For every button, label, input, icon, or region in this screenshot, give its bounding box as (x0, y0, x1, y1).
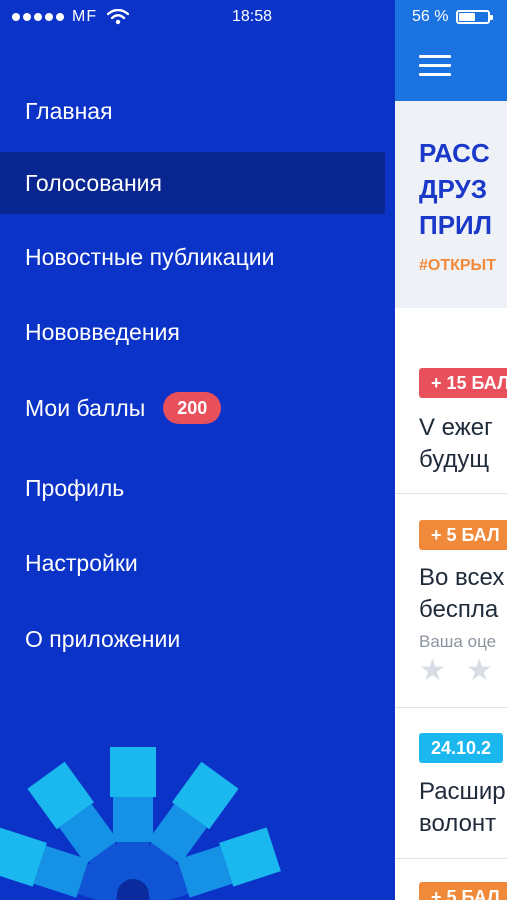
battery-percent: 56 % (412, 8, 449, 25)
menu-item-about[interactable]: О приложении (0, 608, 385, 670)
menu-item-label: Нововведения (25, 318, 180, 345)
main-screen: РАСС ДРУЗ ПРИЛ #ОТКРЫТ + 15 БАЛ V ежег б… (395, 0, 507, 900)
menu-item-settings[interactable]: Настройки (0, 532, 385, 594)
card-title[interactable]: V ежег будущ (419, 412, 493, 476)
divider (395, 707, 507, 708)
status-bar: MF 18:58 56 % (0, 0, 507, 34)
emblem-logo (0, 747, 281, 900)
clock: 18:58 (232, 8, 273, 25)
rating-label: Ваша оце (419, 632, 497, 651)
navigation-drawer: Главная Голосования Новостные публикации… (0, 0, 395, 900)
rating-stars[interactable]: ★ ★ (419, 656, 493, 686)
star-icon[interactable]: ★ (419, 656, 446, 686)
date-badge: 24.10.2 (419, 733, 504, 763)
divider (395, 858, 507, 859)
points-count-badge: 200 (163, 392, 222, 424)
menu-item-news[interactable]: Новостные публикации (0, 226, 385, 288)
card-title[interactable]: Во всех беспла (419, 562, 504, 626)
promo-hashtag: #ОТКРЫТ (419, 257, 496, 274)
star-icon[interactable]: ★ (466, 656, 493, 686)
menu-item-label: Голосования (25, 169, 162, 196)
menu-item-label: Мои баллы (25, 394, 146, 421)
menu-item-label: Настройки (25, 549, 138, 576)
promo-banner[interactable]: РАСС ДРУЗ ПРИЛ #ОТКРЫТ (395, 101, 507, 308)
promo-title: РАСС ДРУЗ ПРИЛ (419, 138, 492, 240)
wifi-icon (107, 9, 130, 25)
points-badge: + 5 БАЛ (419, 882, 507, 900)
hamburger-menu-icon[interactable] (419, 55, 451, 79)
card-title[interactable]: Расшир волонт (419, 776, 506, 840)
menu-item-profile[interactable]: Профиль (0, 457, 385, 519)
points-badge: + 15 БАЛ (419, 368, 507, 398)
status-left: MF (12, 8, 130, 26)
points-badge: + 5 БАЛ (419, 520, 507, 550)
battery-icon (456, 10, 494, 24)
carrier-name: MF (72, 8, 98, 25)
menu-item-label: Новостные публикации (25, 243, 275, 270)
menu-item-label: Главная (25, 97, 113, 124)
menu-item-label: Профиль (25, 474, 125, 501)
menu-item-home[interactable]: Главная (0, 80, 385, 142)
status-right: 56 % (412, 8, 494, 26)
menu-item-innovations[interactable]: Нововведения (0, 301, 385, 363)
menu-item-votes[interactable]: Голосования (0, 152, 385, 214)
menu-item-my-points[interactable]: Мои баллы 200 (0, 377, 385, 439)
divider (395, 493, 507, 494)
menu-item-label: О приложении (25, 625, 181, 652)
signal-dots-icon (12, 13, 64, 21)
